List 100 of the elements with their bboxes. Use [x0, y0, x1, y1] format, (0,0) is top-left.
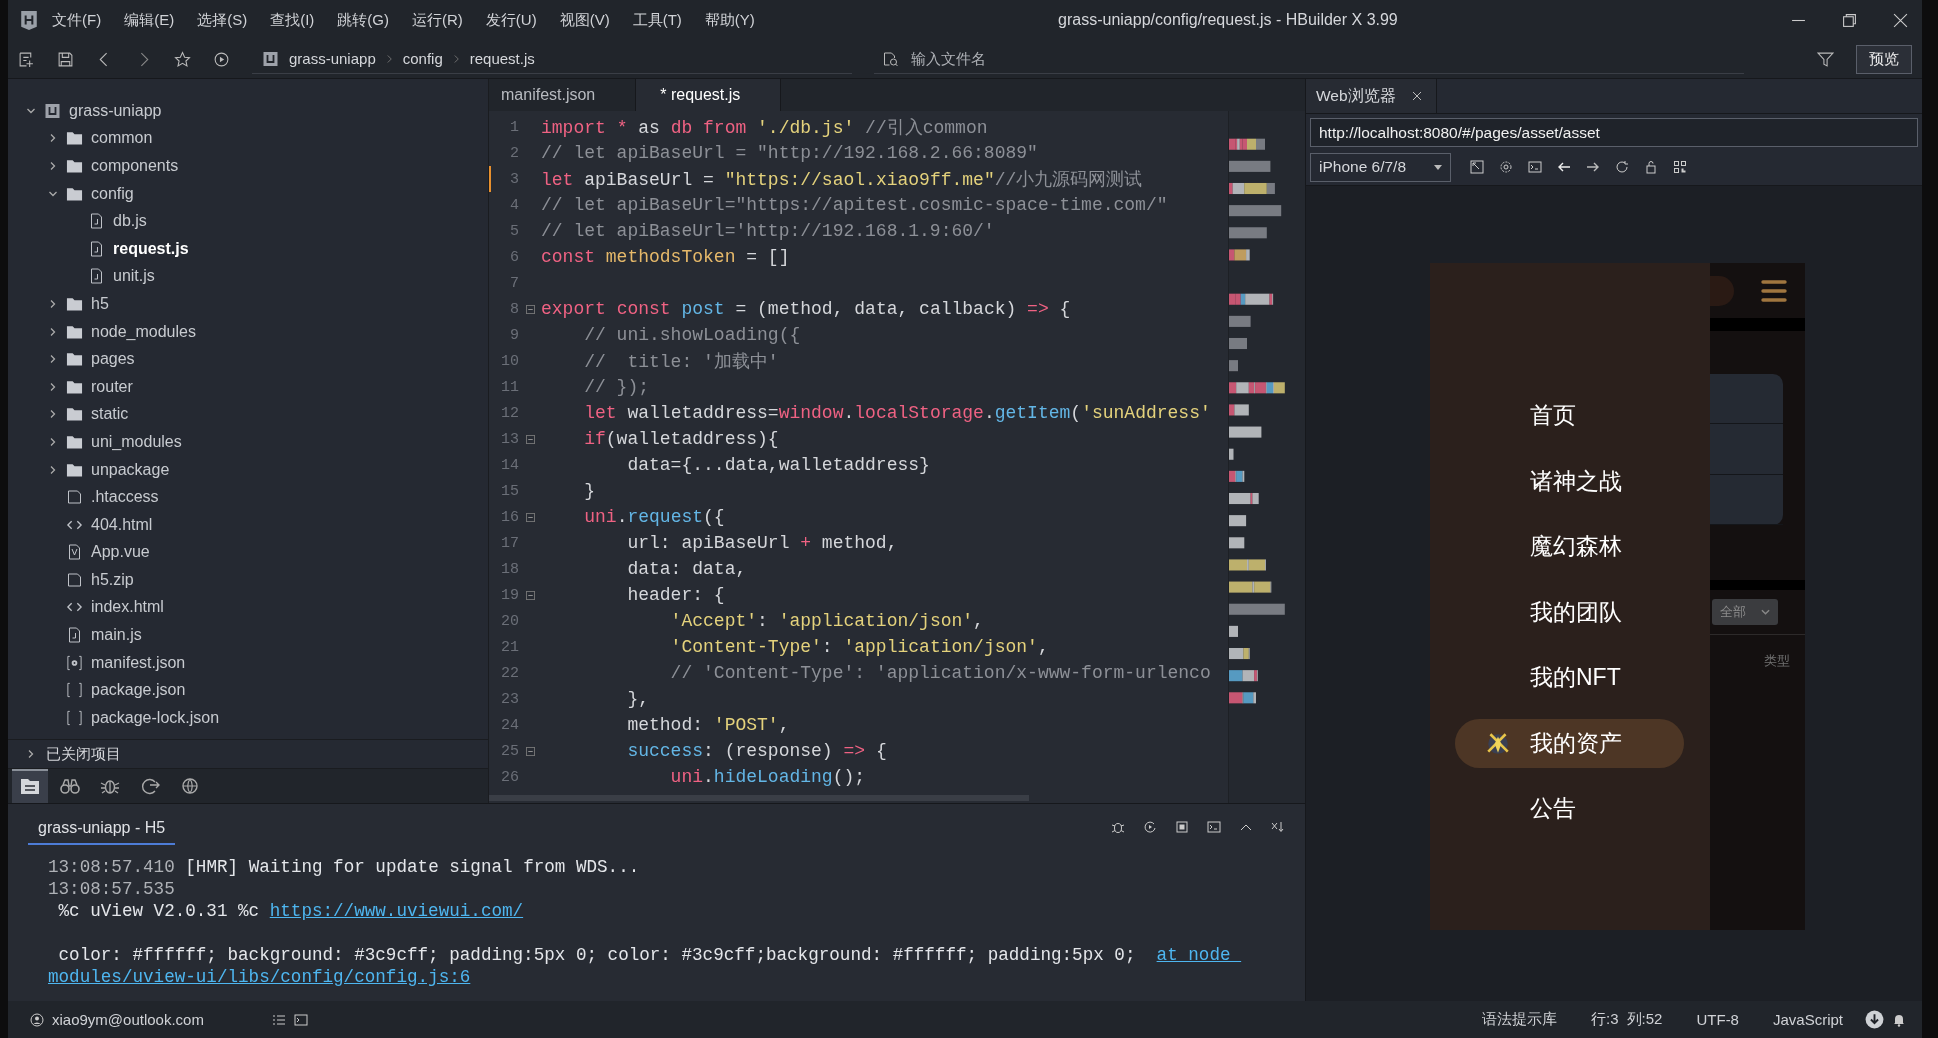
tree-item[interactable]: db.js [113, 212, 147, 231]
account-label[interactable]: xiao9ym@outlook.com [52, 1011, 204, 1028]
tree-item[interactable]: .htaccess [91, 488, 159, 507]
tree-item[interactable]: static [91, 405, 129, 424]
forward-arrow-icon[interactable] [1586, 160, 1600, 174]
tree-item[interactable]: common [91, 129, 153, 148]
console-tab[interactable]: grass-uniapp - H5 [28, 809, 176, 845]
drawer-item[interactable]: 首页 [1455, 391, 1684, 440]
chevron-icon[interactable] [26, 749, 36, 759]
bell-icon[interactable] [1892, 1012, 1906, 1027]
terminal-icon[interactable] [1207, 820, 1221, 834]
user-icon[interactable] [30, 1012, 44, 1027]
drawer-item[interactable]: 我的资产 [1455, 718, 1684, 768]
terminal-icon[interactable] [293, 1012, 308, 1027]
menu-item[interactable]: 工具(T) [632, 10, 682, 30]
chevron-icon[interactable] [48, 409, 58, 420]
fold-icon[interactable] [525, 512, 535, 522]
back-arrow-icon[interactable] [1557, 160, 1571, 174]
settings-icon[interactable] [1499, 160, 1513, 174]
url-field[interactable]: http://localhost:8080/#/pages/asset/asset [1310, 118, 1918, 147]
tree-item[interactable]: node_modules [91, 322, 196, 341]
tree-item[interactable]: unit.js [113, 267, 155, 286]
breadcrumb-item[interactable]: config [402, 50, 443, 67]
drawer-item[interactable]: 诸神之战 [1455, 456, 1684, 506]
chevron-icon[interactable] [48, 464, 58, 475]
tree-item[interactable]: package-lock.json [91, 708, 220, 727]
drawer-item[interactable]: 魔幻森林 [1455, 522, 1684, 571]
device-dropdown[interactable]: iPhone 6/7/8 [1310, 152, 1451, 182]
chevron-icon[interactable] [48, 133, 58, 144]
tree-item[interactable]: config [91, 184, 134, 203]
tree-item[interactable]: manifest.json [91, 653, 186, 672]
tree-item[interactable]: index.html [91, 598, 164, 617]
file-search-field[interactable]: 输入文件名 [909, 49, 1213, 68]
log-link[interactable]: at node_ [1156, 945, 1242, 965]
log-link[interactable]: modules/uview-ui/libs/config/config.js:6 [48, 966, 471, 988]
tree-item[interactable]: grass-uniapp [69, 101, 162, 120]
chevron-icon[interactable] [48, 436, 58, 447]
close-icon[interactable] [1411, 91, 1422, 101]
tree-item[interactable]: pages [91, 350, 135, 369]
fold-icon[interactable] [525, 304, 535, 314]
menu-item[interactable]: 视图(V) [559, 10, 610, 30]
breadcrumb-item[interactable]: grass-uniapp [289, 50, 376, 67]
list-icon[interactable] [271, 1012, 286, 1027]
scrollbar[interactable] [489, 795, 1029, 801]
editor-tab[interactable]: * request.js [636, 79, 782, 111]
tree-item[interactable]: 404.html [91, 515, 153, 534]
filter-icon[interactable] [1817, 50, 1834, 68]
menu-icon[interactable] [1761, 278, 1787, 303]
tree-item[interactable]: request.js [113, 239, 189, 258]
tree-item[interactable]: uni_modules [91, 432, 182, 451]
menu-item[interactable]: 选择(S) [197, 10, 248, 30]
drawer-item[interactable]: 公告 [1455, 784, 1684, 833]
drawer-item[interactable]: 我的团队 [1455, 587, 1684, 637]
breadcrumb-item[interactable]: request.js [469, 50, 535, 67]
stop-icon[interactable] [1175, 820, 1189, 834]
new-file-icon[interactable] [18, 50, 35, 68]
save-icon[interactable] [57, 50, 74, 68]
chevron-icon[interactable] [48, 381, 58, 392]
chevron-icon[interactable] [48, 161, 58, 171]
preview-button[interactable]: 预览 [1856, 44, 1912, 74]
fold-icon[interactable] [525, 590, 535, 600]
menu-item[interactable]: 发行(U) [485, 10, 537, 30]
menu-item[interactable]: 编辑(E) [124, 10, 175, 30]
restart-icon[interactable] [1143, 820, 1157, 834]
close-icon[interactable] [1893, 12, 1908, 28]
log-link[interactable]: https://www.uviewui.com/ [269, 901, 524, 921]
chevron-icon[interactable] [48, 354, 58, 365]
tree-item[interactable]: h5.zip [91, 570, 134, 589]
encoding-label[interactable]: UTF-8 [1696, 1011, 1739, 1028]
star-icon[interactable] [174, 50, 191, 68]
tree-item[interactable]: package.json [91, 681, 186, 700]
resize-icon[interactable] [1470, 160, 1484, 174]
refresh-icon[interactable] [1615, 160, 1629, 174]
clear-icon[interactable] [1271, 820, 1285, 834]
closed-projects-label[interactable]: 已关闭项目 [46, 744, 121, 764]
download-icon[interactable] [1865, 1010, 1884, 1029]
tree-item[interactable]: components [91, 157, 179, 175]
hint-library-label[interactable]: 语法提示库 [1482, 1010, 1558, 1029]
tree-item[interactable]: main.js [91, 626, 142, 645]
unlock-icon[interactable] [1644, 160, 1658, 174]
chevron-icon[interactable] [48, 298, 58, 309]
maximize-icon[interactable] [1842, 12, 1857, 28]
tree-item[interactable]: h5 [91, 294, 109, 313]
tree-item[interactable]: unpackage [91, 460, 170, 479]
menu-item[interactable]: 帮助(Y) [704, 10, 755, 30]
fold-icon[interactable] [525, 434, 535, 444]
run-icon[interactable] [213, 50, 230, 68]
chevron-icon[interactable] [48, 326, 58, 337]
qr-code-icon[interactable] [1673, 160, 1687, 174]
bug-icon[interactable] [1111, 820, 1125, 834]
fold-icon[interactable] [525, 746, 535, 756]
menu-item[interactable]: 运行(R) [412, 10, 463, 30]
sidebar-tab[interactable] [12, 769, 48, 803]
tree-item[interactable]: router [91, 377, 133, 396]
tree-item[interactable]: App.vue [91, 543, 150, 562]
menu-item[interactable]: 跳转(G) [337, 10, 389, 30]
menu-item[interactable]: 文件(F) [52, 10, 102, 30]
menu-item[interactable]: 查找(I) [270, 10, 315, 30]
drawer-item[interactable]: 我的NFT [1455, 653, 1684, 702]
terminal-icon[interactable] [1528, 160, 1542, 174]
